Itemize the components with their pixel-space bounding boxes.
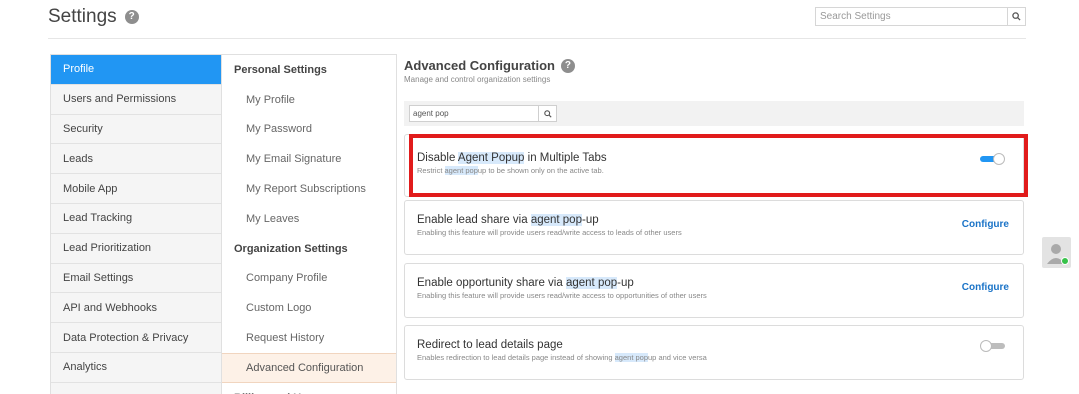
- setting-title: Enable opportunity share via agent pop-u…: [417, 277, 634, 289]
- help-icon[interactable]: ?: [560, 58, 575, 73]
- section-heading-organization-settings: Organization Settings: [234, 242, 348, 255]
- settings-search-input[interactable]: [816, 8, 1007, 25]
- setting-description: Enabling this feature will provide users…: [417, 228, 682, 237]
- settings-category-nav: Profile Users and Permissions Security Lead…: [50, 54, 222, 394]
- toggle-knob: [993, 153, 1005, 165]
- subnav-item-my-report-subscriptions[interactable]: My Report Subscriptions: [222, 174, 396, 204]
- title-text: -up: [617, 277, 634, 289]
- configure-link[interactable]: Configure: [962, 282, 1009, 293]
- toggle-knob: [980, 340, 992, 352]
- toggle-switch[interactable]: [980, 153, 1006, 165]
- search-match-highlight: agent pop: [444, 166, 478, 175]
- subnav-item-my-leaves[interactable]: My Leaves: [222, 204, 396, 234]
- subnav-item-company-profile[interactable]: Company Profile: [222, 264, 396, 294]
- help-icon[interactable]: ?: [124, 10, 139, 24]
- search-icon[interactable]: [1007, 8, 1025, 25]
- section-heading-billing-and-users: Billing and Users: [222, 383, 396, 394]
- content-title-text: Advanced Configuration: [404, 58, 555, 73]
- content-subtitle: Manage and control organization settings: [404, 75, 551, 84]
- configure-link[interactable]: Configure: [962, 219, 1009, 230]
- setting-card: Enable lead share via agent pop-up Enabli…: [404, 200, 1024, 255]
- sidebar-item-lead-tracking[interactable]: Lead Tracking: [51, 203, 221, 234]
- subnav-item-request-history[interactable]: Request History: [222, 323, 396, 353]
- setting-title: Enable lead share via agent pop-up: [417, 214, 599, 226]
- sidebar-item-analytics[interactable]: Analytics: [51, 352, 221, 383]
- filter-search: [409, 105, 557, 122]
- description-text: up and vice versa: [648, 353, 707, 362]
- title-text: in Multiple Tabs: [524, 152, 607, 164]
- subnav-item-my-email-signature[interactable]: My Email Signature: [222, 144, 396, 174]
- sidebar-item-profile[interactable]: Profile: [51, 55, 221, 85]
- online-status-dot: [1061, 257, 1069, 265]
- toggle-switch[interactable]: [980, 340, 1006, 352]
- title-text: Enable lead share via: [417, 214, 531, 226]
- header-divider: [48, 38, 1026, 39]
- sidebar-item-data-protection-and-privacy[interactable]: Data Protection & Privacy: [51, 323, 221, 353]
- sidebar-item-api-and-webhooks[interactable]: API and Webhooks: [51, 293, 221, 324]
- title-text: -up: [581, 214, 599, 226]
- sidebar-item-mobile-app[interactable]: Mobile App: [51, 174, 221, 204]
- subnav-item-advanced-configuration[interactable]: Advanced Configuration: [222, 352, 396, 383]
- description-text: Restrict: [417, 166, 445, 175]
- setting-title: Disable Agent Popup in Multiple Tabs: [417, 152, 607, 164]
- setting-card: Disable Agent Popup in Multiple Tabs Rest…: [404, 134, 1024, 197]
- setting-description: Restrict agent popup to be shown only on…: [417, 166, 604, 175]
- subnav-item-my-password[interactable]: My Password: [222, 115, 396, 145]
- description-text: Enabling this feature will provide users…: [417, 228, 682, 237]
- setting-description: Enables redirection to lead details page…: [417, 353, 707, 362]
- description-text: Enables redirection to lead details page…: [417, 353, 615, 362]
- sidebar-item-leads[interactable]: Leads: [51, 144, 221, 175]
- search-match-highlight: agent pop: [530, 214, 582, 226]
- page-title: Settings ?: [48, 6, 139, 28]
- settings-subcategory-nav: Personal Settings My Profile My Password My…: [222, 54, 397, 394]
- search-match-highlight: agent pop: [614, 353, 649, 362]
- sidebar-item-users-and-permissions[interactable]: Users and Permissions: [51, 84, 221, 115]
- search-match-highlight: Agent Popup: [457, 152, 525, 164]
- search-icon[interactable]: [538, 106, 556, 121]
- subnav-item-custom-logo[interactable]: Custom Logo: [222, 293, 396, 323]
- content-title: Advanced Configuration ?: [404, 58, 575, 73]
- sidebar-item-email-settings[interactable]: Email Settings: [51, 263, 221, 294]
- setting-description: Enabling this feature will provide users…: [417, 291, 707, 300]
- description-text: up to be shown only on the active tab.: [477, 166, 604, 175]
- section-heading-personal-settings: Personal Settings: [234, 63, 327, 76]
- user-avatar-icon[interactable]: [1042, 237, 1071, 268]
- settings-search: [815, 7, 1026, 26]
- sidebar-item-lead-prioritization[interactable]: Lead Prioritization: [51, 233, 221, 264]
- filter-bar: [404, 101, 1024, 126]
- page-title-text: Settings: [48, 6, 117, 27]
- search-match-highlight: agent pop: [565, 277, 618, 289]
- title-text: Redirect to lead details page: [417, 339, 563, 351]
- description-text: Enabling this feature will provide users…: [417, 291, 707, 300]
- setting-card: Enable opportunity share via agent pop-u…: [404, 263, 1024, 318]
- subnav-item-my-profile[interactable]: My Profile: [222, 85, 396, 115]
- filter-search-input[interactable]: [410, 106, 538, 121]
- sidebar-item-security[interactable]: Security: [51, 114, 221, 145]
- setting-title: Redirect to lead details page: [417, 339, 563, 351]
- title-text: Disable: [417, 152, 458, 164]
- title-text: Enable opportunity share via: [417, 277, 566, 289]
- setting-card: Redirect to lead details page Enables red…: [404, 325, 1024, 380]
